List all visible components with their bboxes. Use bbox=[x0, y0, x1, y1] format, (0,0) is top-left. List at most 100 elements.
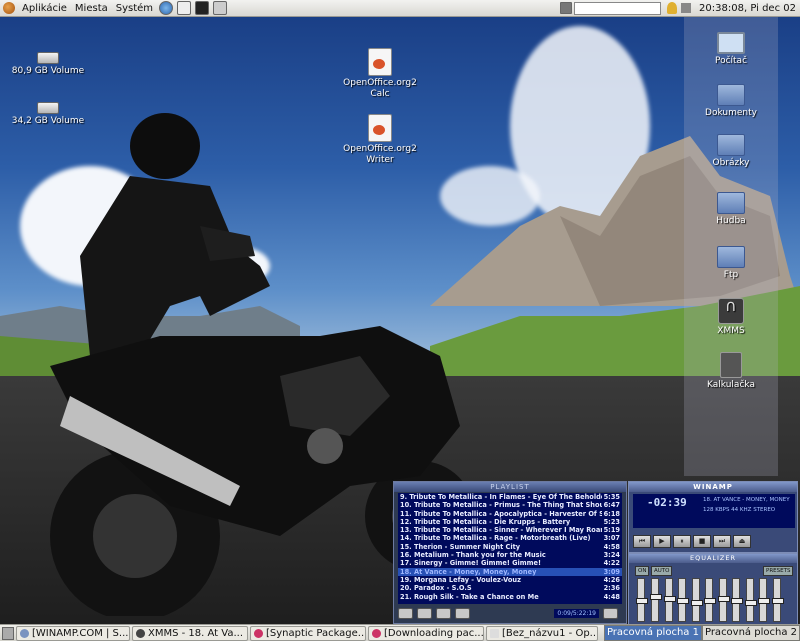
desktop-icon-label-line2: Calc bbox=[370, 89, 390, 99]
equalizer-band-slider[interactable] bbox=[677, 578, 689, 622]
equalizer-band-slider[interactable] bbox=[771, 578, 784, 622]
slider-knob[interactable] bbox=[717, 596, 730, 603]
playlist-select-button[interactable] bbox=[436, 608, 451, 619]
playlist-item-title: 16. Metalium - Thank you for the Music bbox=[400, 551, 546, 560]
winamp-display: -02:39 18. AT VANCE - MONEY, MONEY 128 K… bbox=[633, 494, 795, 528]
playlist-misc-button[interactable] bbox=[455, 608, 470, 619]
desktop-icon-label: 80,9 GB Volume bbox=[11, 66, 85, 76]
desktop-icon-volume-80[interactable]: 80,9 GB Volume bbox=[3, 52, 93, 77]
equalizer-on-button[interactable]: ON bbox=[635, 566, 650, 576]
playlist-item[interactable]: 19. Morgana Lefay - Voulez-Vouz 4:26 bbox=[398, 576, 622, 584]
panel-applet-icon[interactable] bbox=[560, 2, 573, 14]
volume-icon[interactable] bbox=[681, 3, 692, 13]
playlist-item[interactable]: 12. Tribute To Metallica - Die Krupps - … bbox=[398, 518, 622, 526]
menu-system[interactable]: Systém bbox=[112, 3, 157, 14]
equalizer-presets-button[interactable]: PRESETS bbox=[763, 566, 794, 576]
winamp-main-window[interactable]: WINAMP -02:39 18. AT VANCE - MONEY, MONE… bbox=[628, 481, 798, 553]
task-button-winamp-browser[interactable]: [WINAMP.COM | S... bbox=[16, 625, 130, 641]
slider-knob[interactable] bbox=[744, 599, 757, 606]
playlist-item[interactable]: 18. At Vance - Money, Money, Money 3:09 bbox=[398, 567, 622, 576]
playlist-list-button[interactable] bbox=[603, 608, 618, 619]
desktop-icon-label: 34,2 GB Volume bbox=[11, 116, 85, 126]
desktop-icon-pictures[interactable]: Obrázky bbox=[686, 134, 776, 169]
winamp-title[interactable]: WINAMP bbox=[629, 482, 797, 492]
playlist-item[interactable]: 13. Tribute To Metallica - Sinner - Wher… bbox=[398, 526, 622, 534]
slider-knob[interactable] bbox=[704, 598, 716, 604]
email-launcher-icon[interactable] bbox=[177, 1, 192, 15]
task-button-writer[interactable]: [Bez_názvu1 - Op... bbox=[486, 625, 598, 641]
playlist-item[interactable]: 9. Tribute To Metallica - In Flames - Ey… bbox=[398, 493, 622, 501]
desktop-icon-music[interactable]: Hudba bbox=[686, 192, 776, 227]
playlist-item[interactable]: 11. Tribute To Metallica - Apocalyptica … bbox=[398, 510, 622, 518]
text-editor-launcher-icon[interactable] bbox=[213, 1, 228, 15]
workspace-1[interactable]: Pracovná plocha 1 bbox=[603, 625, 702, 641]
desktop-icon-openoffice-calc[interactable]: OpenOffice.org2 Calc bbox=[335, 48, 425, 100]
equalizer-band-slider[interactable] bbox=[690, 578, 703, 622]
winamp-time[interactable]: -02:39 bbox=[647, 496, 687, 509]
desktop-icon-xmms[interactable]: XMMS bbox=[686, 298, 776, 337]
web-browser-launcher-icon[interactable] bbox=[159, 1, 174, 15]
playlist-item-duration: 3:09 bbox=[603, 567, 620, 576]
equalizer-window[interactable]: EQUALIZER ON AUTO PRESETS bbox=[628, 553, 798, 625]
task-button-synaptic[interactable]: [Synaptic Package... bbox=[250, 625, 366, 641]
playlist-list[interactable]: 9. Tribute To Metallica - In Flames - Ey… bbox=[398, 493, 622, 604]
panel-search-field[interactable] bbox=[574, 1, 662, 15]
desktop-icon-openoffice-writer[interactable]: OpenOffice.org2 Writer bbox=[335, 114, 425, 166]
slider-knob[interactable] bbox=[636, 598, 648, 604]
menu-places[interactable]: Miesta bbox=[71, 3, 112, 14]
slider-knob[interactable] bbox=[663, 596, 676, 603]
workspace-2[interactable]: Pracovná plocha 2 bbox=[701, 625, 800, 641]
slider-knob[interactable] bbox=[690, 599, 703, 606]
equalizer-band-slider[interactable] bbox=[758, 578, 770, 622]
playlist-item[interactable]: 15. Therion - Summer Night City 4:58 bbox=[398, 543, 622, 551]
desktop-icon-documents[interactable]: Dokumenty bbox=[686, 84, 776, 119]
playlist-item[interactable]: 16. Metalium - Thank you for the Music 3:… bbox=[398, 551, 622, 559]
previous-button[interactable]: ⏮ bbox=[633, 534, 651, 548]
equalizer-band-slider[interactable] bbox=[650, 578, 662, 622]
menu-applications[interactable]: Aplikácie bbox=[18, 3, 71, 14]
slider-knob[interactable] bbox=[731, 598, 743, 604]
playlist-item-duration: 3:07 bbox=[603, 534, 620, 543]
eject-button[interactable]: ⏏ bbox=[733, 534, 751, 548]
task-button-downloading[interactable]: [Downloading pac... bbox=[368, 625, 484, 641]
playlist-item[interactable]: 21. Rough Silk - Take a Chance on Me 4:48 bbox=[398, 593, 622, 601]
equalizer-preamp-slider[interactable] bbox=[636, 578, 648, 622]
desktop-icon-volume-34[interactable]: 34,2 GB Volume bbox=[3, 102, 93, 127]
slider-knob[interactable] bbox=[677, 598, 689, 604]
equalizer-auto-button[interactable]: AUTO bbox=[651, 566, 673, 576]
ubuntu-logo-icon[interactable] bbox=[3, 2, 15, 14]
playlist-item[interactable]: 17. Sinergy - Gimme! Gimme! Gimme! 4:22 bbox=[398, 559, 622, 567]
playlist-remove-button[interactable] bbox=[417, 608, 432, 619]
panel-clock[interactable]: 20:38:08, Pi dec 02 bbox=[695, 3, 800, 14]
equalizer-title[interactable]: EQUALIZER bbox=[629, 554, 797, 563]
terminal-launcher-icon[interactable] bbox=[195, 1, 210, 15]
desktop-icon-calculator[interactable]: Kalkulačka bbox=[686, 352, 776, 391]
play-button[interactable]: ▶ bbox=[653, 534, 671, 548]
equalizer-band-slider[interactable] bbox=[744, 578, 757, 622]
user-status-icon[interactable] bbox=[667, 2, 678, 14]
slider-knob[interactable] bbox=[650, 594, 662, 601]
stop-button[interactable]: ■ bbox=[693, 534, 711, 548]
playlist-item[interactable]: 14. Tribute To Metallica - Rage - Motorb… bbox=[398, 534, 622, 542]
xmms-icon bbox=[718, 298, 744, 324]
playlist-item[interactable]: 20. Paradox - S.O.S 2:36 bbox=[398, 584, 622, 592]
playlist-item-duration: 5:19 bbox=[603, 526, 620, 535]
slider-knob[interactable] bbox=[771, 598, 784, 604]
equalizer-band-slider[interactable] bbox=[704, 578, 716, 622]
playlist-item-duration: 5:23 bbox=[603, 517, 620, 526]
desktop-icon-ftp[interactable]: Ftp bbox=[686, 246, 776, 281]
next-button[interactable]: ⏭ bbox=[713, 534, 731, 548]
playlist-add-button[interactable] bbox=[398, 608, 413, 619]
playlist-item-duration: 4:22 bbox=[603, 559, 620, 568]
equalizer-band-slider[interactable] bbox=[717, 578, 730, 622]
show-desktop-icon[interactable] bbox=[2, 626, 14, 640]
playlist-title[interactable]: PLAYLIST bbox=[394, 482, 626, 492]
playlist-item[interactable]: 10. Tribute To Metallica - Primus - The … bbox=[398, 501, 622, 509]
equalizer-band-slider[interactable] bbox=[731, 578, 743, 622]
equalizer-band-slider[interactable] bbox=[663, 578, 676, 622]
task-button-xmms[interactable]: XMMS - 18. At Va... bbox=[132, 625, 248, 641]
desktop-icon-computer[interactable]: Počítač bbox=[686, 32, 776, 67]
playlist-window[interactable]: PLAYLIST 9. Tribute To Metallica - In Fl… bbox=[393, 481, 627, 624]
slider-knob[interactable] bbox=[758, 598, 770, 604]
pause-button[interactable]: ⏸ bbox=[673, 534, 691, 548]
